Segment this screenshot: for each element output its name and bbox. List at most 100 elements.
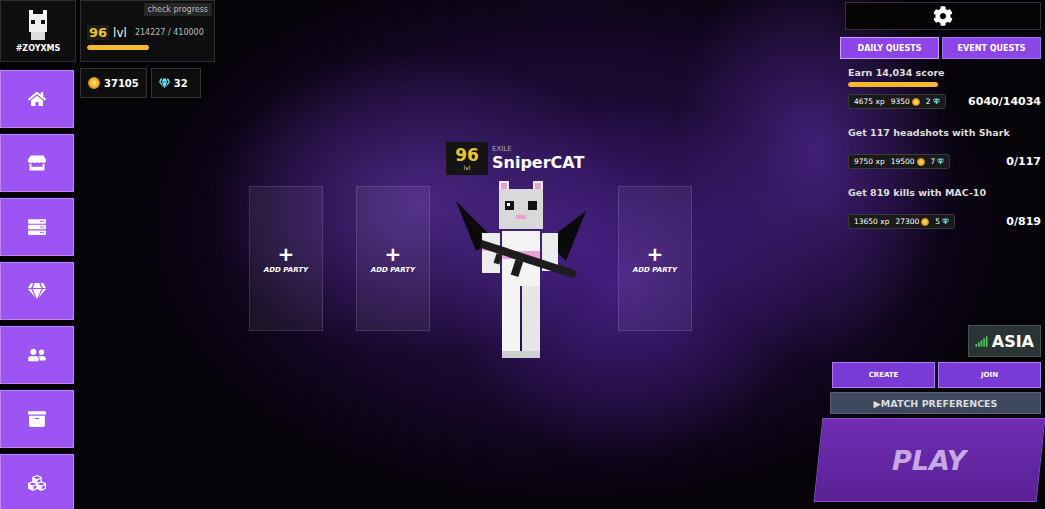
level-line: 96lvl214227 / 410000: [87, 25, 208, 40]
level-number: 96: [87, 25, 109, 40]
crates-icon: [28, 474, 46, 492]
quest-title: Earn 14,034 score: [848, 67, 1041, 78]
settings-button[interactable]: [845, 2, 1041, 30]
gem-icon: [159, 78, 170, 89]
coin-icon: [921, 218, 929, 226]
gems-icon: [28, 282, 46, 300]
plus-icon: +: [385, 244, 402, 264]
xp-reward: 13650 xp: [854, 217, 889, 226]
region-label: ASIA: [992, 332, 1034, 351]
quest-progress-bar: [848, 142, 1045, 147]
add-party-slot[interactable]: + ADD PARTY: [618, 186, 692, 331]
coin-icon: [88, 77, 100, 89]
gems-display: 32: [151, 68, 201, 98]
quest-tab[interactable]: DAILY QUESTS: [840, 37, 939, 59]
xp-reward: 4675 xp: [854, 97, 885, 106]
gem-icon: [933, 98, 940, 105]
add-party-slot[interactable]: + ADD PARTY: [249, 186, 323, 331]
xp-bar: [87, 45, 207, 50]
match-controls: ASIA CREATEJOIN ▶MATCH PREFERENCES PLAY: [830, 325, 1041, 502]
sidebar: [0, 70, 74, 509]
profile-row: #ZOYXMS check progress 96lvl214227 / 41000…: [0, 0, 215, 62]
home-icon: [28, 90, 46, 108]
coin-reward: 19500: [891, 157, 925, 166]
coin-icon: [912, 98, 920, 106]
room-buttons: CREATEJOIN: [832, 362, 1041, 388]
quest-rewards: 9750 xp195007: [848, 154, 950, 169]
add-party-slot[interactable]: + ADD PARTY: [356, 186, 430, 331]
xp-text: 214227 / 410000: [135, 28, 204, 37]
character-name: SniperCAT: [492, 153, 584, 172]
sidebar-item[interactable]: [0, 326, 74, 384]
gem-reward: 5: [935, 217, 949, 226]
join-button[interactable]: JOIN: [938, 362, 1041, 388]
plus-icon: +: [647, 244, 664, 264]
xp-bar-fill: [87, 45, 149, 50]
gem-icon: [937, 158, 944, 165]
sidebar-item[interactable]: [0, 198, 74, 256]
coin-reward: 9350: [891, 97, 920, 106]
sidebar-item[interactable]: [0, 70, 74, 128]
sidebar-item[interactable]: [0, 134, 74, 192]
check-progress-button[interactable]: check progress: [144, 3, 213, 16]
coins-amount: 37105: [104, 78, 139, 89]
left-area: #ZOYXMS check progress 96lvl214227 / 41000…: [0, 0, 215, 509]
quest-rewards: 4675 xp 9350 2: [848, 94, 946, 109]
right-panel: DAILY QUESTSEVENT QUESTS Earn 14,034 scor…: [830, 0, 1045, 509]
sidebar-item[interactable]: [0, 454, 74, 509]
quest-progress: 0/819: [1006, 215, 1041, 228]
party-row: +ADD PARTY+ADD PARTY96lvlEXILESniperCAT+…: [249, 142, 830, 363]
character-level: 96: [455, 147, 479, 164]
servers-icon: [28, 218, 46, 236]
center-stage: +ADD PARTY+ADD PARTY96lvlEXILESniperCAT+…: [215, 0, 830, 509]
plus-icon: +: [278, 244, 295, 264]
quest-item: Earn 14,034 score4675 xp935026040/14034: [848, 67, 1041, 121]
xp-reward: 9750 xp: [854, 157, 885, 166]
quest-tab[interactable]: EVENT QUESTS: [942, 37, 1041, 59]
player-tag: #ZOYXMS: [16, 44, 61, 53]
name-text: EXILESniperCAT: [492, 145, 584, 172]
quest-rewards: 13650 xp 27300 5: [848, 214, 955, 229]
friends-icon: [28, 346, 46, 364]
level-box: check progress 96lvl214227 / 410000: [80, 0, 215, 62]
gems-amount: 32: [174, 78, 188, 89]
coins-display: 37105: [80, 68, 147, 98]
create-button[interactable]: CREATE: [832, 362, 935, 388]
quest-progress: 0/117: [1006, 155, 1041, 168]
quest-progress-fill: [848, 82, 938, 87]
coin-reward: 27300: [895, 217, 929, 226]
character: 96lvlEXILESniperCAT: [430, 142, 618, 363]
quest-title: Get 819 kills with MAC-10: [848, 187, 1041, 198]
quest-progress-bar: [848, 202, 1045, 207]
play-label: PLAY: [892, 445, 966, 476]
quest-title: Get 117 headshots with Shark: [848, 127, 1041, 138]
slot-label: ADD PARTY: [633, 266, 677, 274]
quest-row: 4675 xp935026040/14034: [848, 94, 1041, 109]
name-tag: 96lvlEXILESniperCAT: [446, 142, 584, 175]
quest-item: Get 819 kills with MAC-10 13650 xp 27300 5 0…: [848, 187, 1041, 241]
lower-row: 37105 32: [0, 70, 215, 509]
level-badge: 96lvl: [446, 142, 488, 175]
gem-reward: 2: [926, 97, 940, 106]
quest-progress-bar: [848, 82, 1045, 87]
quest-row: 9750 xp1950070/117: [848, 154, 1041, 169]
shop-icon: [28, 154, 46, 172]
avatar-icon: [25, 10, 51, 40]
character-level-label: lvl: [464, 164, 471, 171]
quest-tabs: DAILY QUESTSEVENT QUESTS: [840, 37, 1041, 59]
slot-label: ADD PARTY: [371, 266, 415, 274]
region-button[interactable]: ASIA: [968, 325, 1041, 357]
quest-item: Get 117 headshots with Shark 9750 xp 19500…: [848, 127, 1041, 181]
coin-icon: [917, 158, 925, 166]
player-character: [456, 181, 586, 363]
sidebar-item[interactable]: [0, 262, 74, 320]
currency-row: 37105 32: [80, 68, 201, 98]
inventory-icon: [28, 410, 46, 428]
gear-icon: [933, 6, 953, 26]
match-preferences-button[interactable]: ▶MATCH PREFERENCES: [830, 392, 1041, 414]
character-title: EXILE: [492, 145, 584, 153]
avatar-box[interactable]: #ZOYXMS: [0, 0, 76, 62]
sidebar-item[interactable]: [0, 390, 74, 448]
slot-label: ADD PARTY: [264, 266, 308, 274]
play-button[interactable]: PLAY: [814, 418, 1045, 502]
